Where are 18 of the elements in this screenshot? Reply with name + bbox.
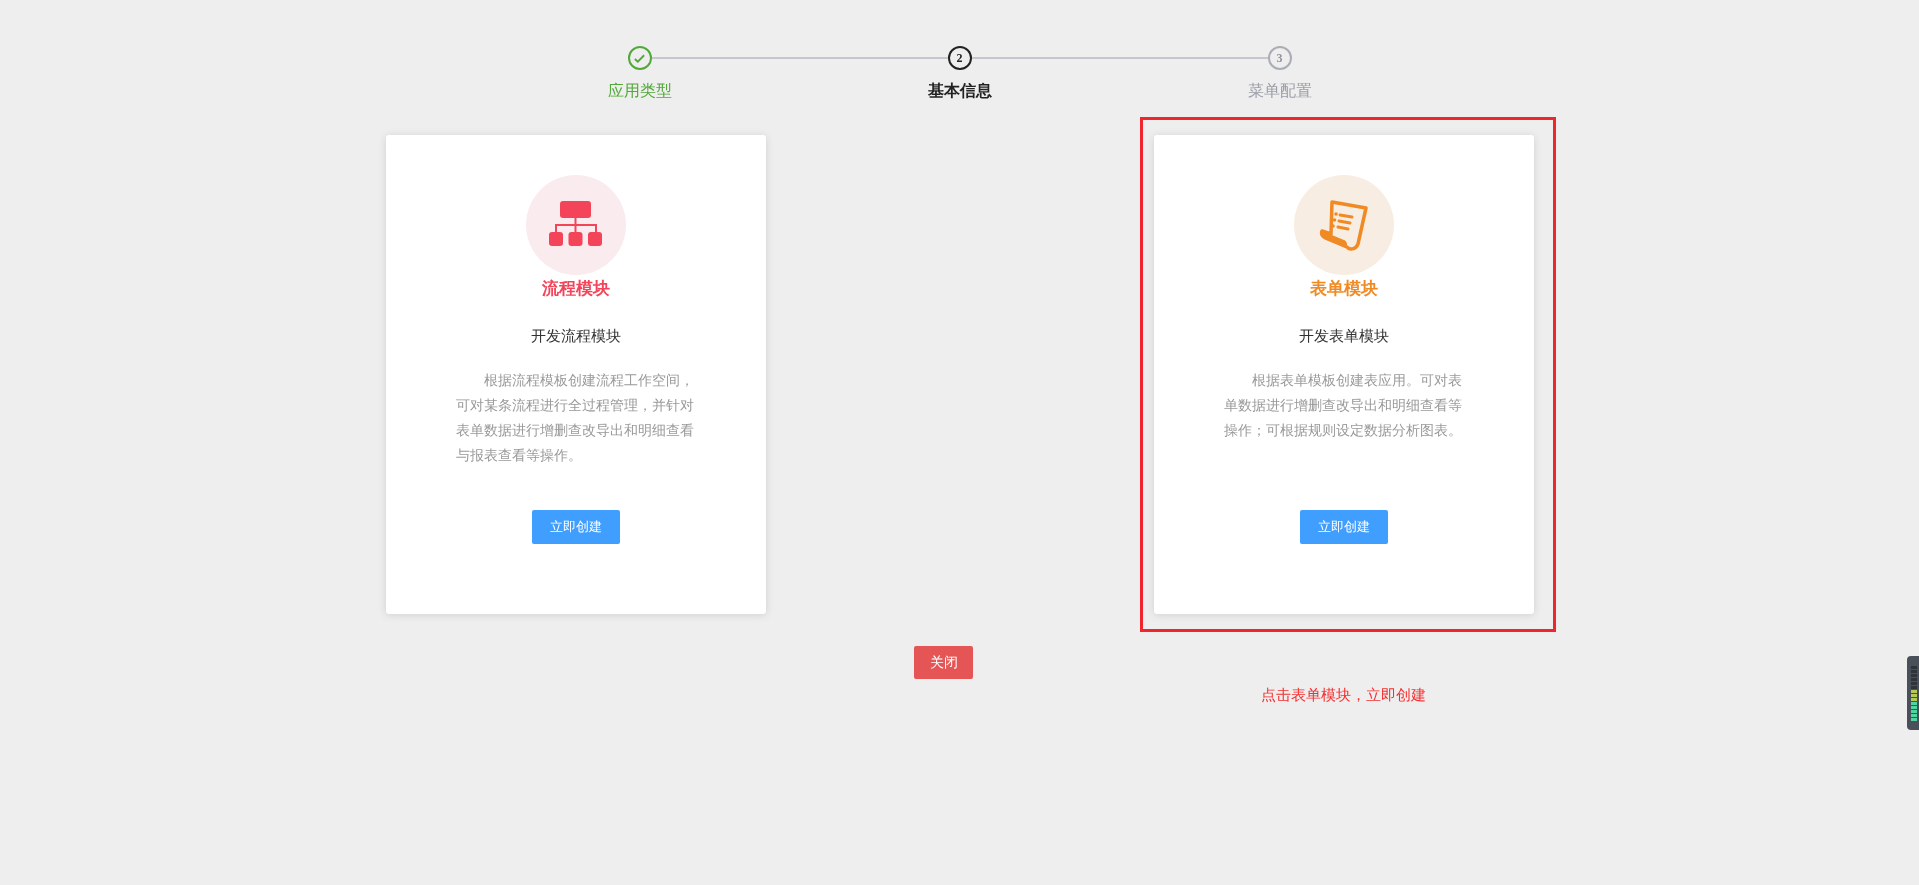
annotation-text: 点击表单模块，立即创建 [1260, 685, 1427, 705]
card-description: 根据流程模板创建流程工作空间，可对某条流程进行全过程管理，并针对表单数据进行增删查改导出和明细查看与报表查看等操作。 [455, 371, 695, 465]
module-card[interactable]: 表单模块 开发表单模块 根据表单模板创建表应用。可对表单数据进行增删查改导出和明细查看等操作；可根据规则设定数据分析图表。 立即创建 [1153, 135, 1534, 614]
step-number: 2 [947, 46, 972, 70]
card-title: 流程模块 [541, 278, 610, 300]
card-subtitle: 开发表单模块 [1298, 326, 1389, 346]
create-button[interactable]: 立即创建 [531, 510, 620, 544]
step-number: 3 [1267, 46, 1292, 70]
create-button[interactable]: 立即创建 [1299, 510, 1388, 544]
module-card[interactable]: 流程模块 开发流程模块 根据流程模板创建流程工作空间，可对某条流程进行全过程管理，并针对表单数据进行增删查改导出和明细查看与报表查看等操作。 立即创建 [385, 135, 766, 614]
check-icon [627, 46, 652, 70]
step-label: 菜单配置 [1247, 81, 1312, 101]
close-button[interactable]: 关闭 [914, 646, 973, 679]
card-subtitle: 开发流程模块 [530, 326, 621, 346]
card-description: 根据表单模板创建表应用。可对表单数据进行增删查改导出和明细查看等操作；可根据规则设定数据分析图表。 [1223, 371, 1463, 440]
step-label: 应用类型 [607, 81, 672, 101]
step-label: 基本信息 [927, 81, 992, 101]
card-title: 表单模块 [1309, 278, 1378, 300]
